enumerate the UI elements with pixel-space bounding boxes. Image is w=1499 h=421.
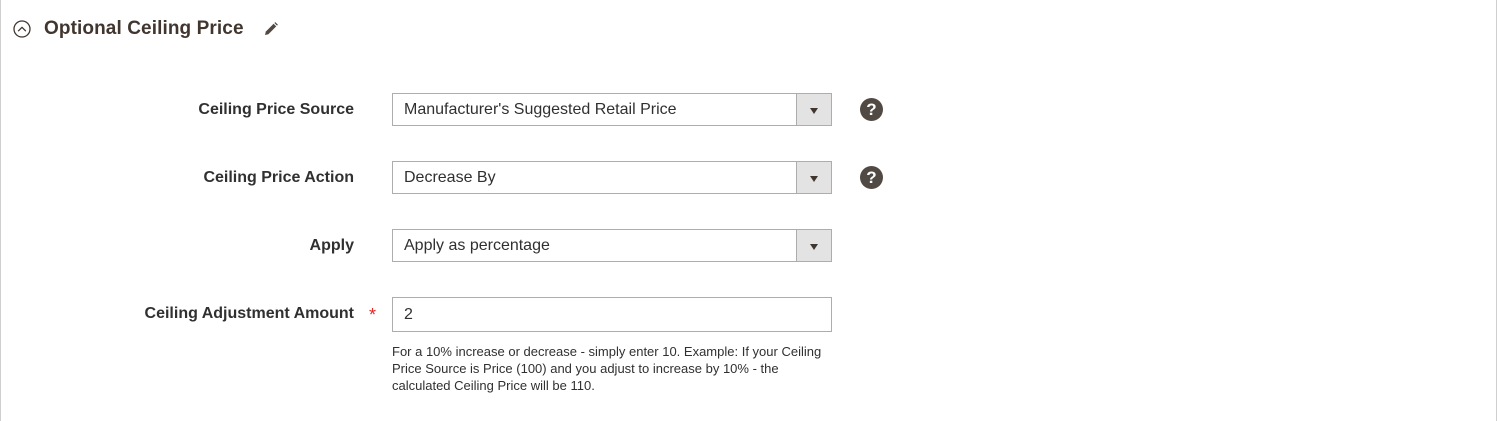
field-note: For a 10% increase or decrease - simply … [392,344,822,393]
caret-down-icon [810,107,818,114]
ceiling-price-action-value: Decrease By [404,168,496,186]
apply-label: Apply [309,237,354,254]
dropdown-button[interactable] [796,94,831,125]
chevron-up-circle-icon[interactable] [13,20,31,38]
help-icon[interactable]: ? [860,166,883,189]
caret-down-icon [810,243,818,250]
apply-select[interactable]: Apply as percentage [392,229,832,262]
section-title: Optional Ceiling Price [44,18,244,39]
pencil-icon[interactable] [262,20,280,38]
ceiling-adjustment-amount-input[interactable] [392,297,832,332]
apply-value: Apply as percentage [404,236,550,254]
dropdown-button[interactable] [796,162,831,193]
section-header[interactable]: Optional Ceiling Price [13,16,280,42]
ceiling-price-action-label: Ceiling Price Action [203,169,354,186]
ceiling-price-source-label: Ceiling Price Source [198,101,354,118]
ceiling-adjustment-amount-label: Ceiling Adjustment Amount [144,305,354,322]
help-icon[interactable]: ? [860,98,883,121]
dropdown-button[interactable] [796,230,831,261]
ceiling-price-source-value: Manufacturer's Suggested Retail Price [404,100,677,118]
ceiling-price-source-select[interactable]: Manufacturer's Suggested Retail Price [392,93,832,126]
panel-frame: Optional Ceiling Price Ceiling Price Sou… [0,0,1497,421]
caret-down-icon [810,175,818,182]
required-marker: * [369,305,377,325]
ceiling-price-action-select[interactable]: Decrease By [392,161,832,194]
